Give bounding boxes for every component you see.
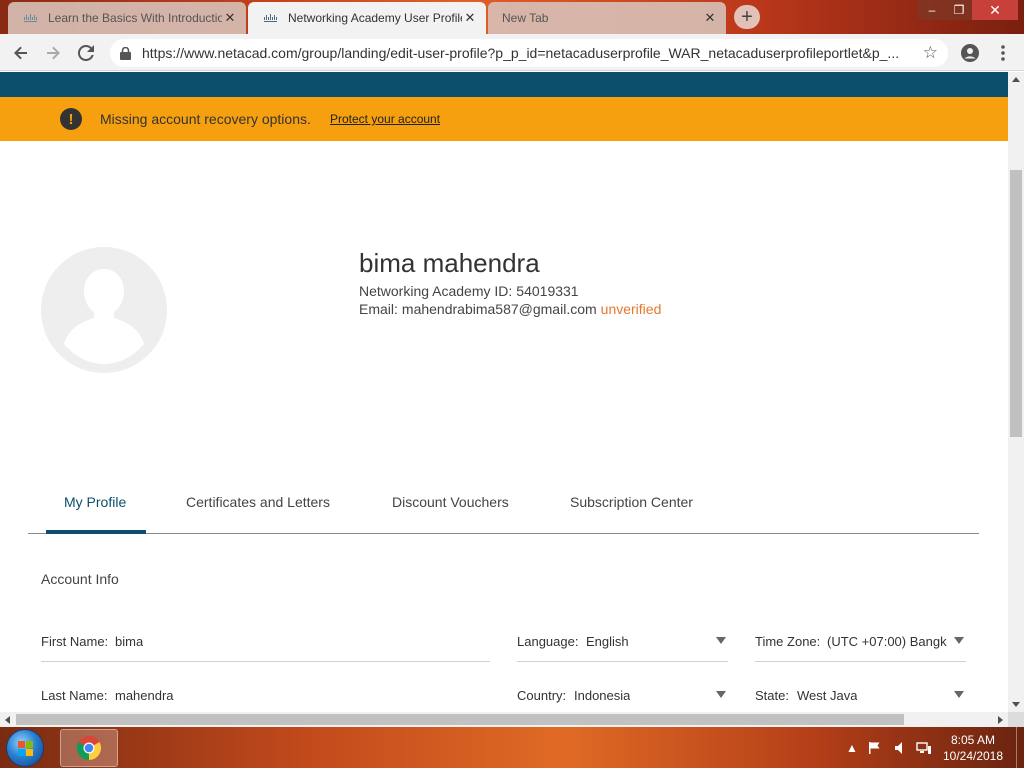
- cisco-icon: [22, 12, 40, 24]
- academy-id: Networking Academy ID: 54019331: [359, 283, 579, 299]
- action-center-flag-icon[interactable]: [868, 727, 882, 768]
- taskbar-clock[interactable]: 8:05 AM 10/24/2018: [940, 732, 1006, 764]
- tab-certificates-and-letters[interactable]: Certificates and Letters: [186, 494, 330, 510]
- warning-icon: !: [60, 108, 82, 130]
- network-icon[interactable]: [916, 727, 932, 768]
- windows-taskbar: ▲ 8:05 AM 10/24/2018: [0, 727, 1024, 768]
- scroll-up-arrow-icon[interactable]: [1012, 77, 1020, 82]
- state-value: West Java: [797, 688, 858, 703]
- profile-account-icon[interactable]: [957, 40, 983, 66]
- email-value: mahendrabima587@gmail.com: [401, 301, 597, 317]
- language-label: Language:: [517, 634, 579, 649]
- page-viewport: ! Missing account recovery options. Prot…: [0, 72, 1008, 712]
- horizontal-scrollbar[interactable]: [0, 712, 1008, 727]
- default-user-icon: [41, 247, 167, 373]
- tab-title: Networking Academy User Profile: [288, 11, 462, 25]
- clock-date: 10/24/2018: [942, 749, 1004, 763]
- address-bar[interactable]: https://www.netacad.com/group/landing/ed…: [110, 39, 948, 67]
- menu-kebab-icon[interactable]: [990, 40, 1016, 66]
- url-text: https://www.netacad.com/group/landing/ed…: [142, 45, 900, 61]
- start-button[interactable]: [6, 729, 44, 767]
- language-value: English: [586, 634, 629, 649]
- close-window-button[interactable]: ✕: [972, 0, 1018, 20]
- volume-icon[interactable]: [894, 727, 906, 768]
- show-hidden-icons-icon[interactable]: ▲: [846, 727, 858, 768]
- first-name-label: First Name:: [41, 634, 109, 649]
- account-info-heading: Account Info: [41, 571, 119, 587]
- country-select[interactable]: Country: Indonesia: [517, 686, 728, 712]
- first-name-field[interactable]: First Name: bima: [41, 632, 490, 662]
- browser-tab-new-tab[interactable]: New Tab ✕: [488, 2, 726, 34]
- scroll-left-arrow-icon[interactable]: [5, 716, 10, 724]
- reload-icon[interactable]: [73, 40, 99, 66]
- chrome-icon: [76, 736, 102, 760]
- last-name-field[interactable]: Last Name: mahendra: [41, 686, 490, 712]
- account-recovery-alert: ! Missing account recovery options. Prot…: [0, 97, 1008, 141]
- timezone-value: (UTC +07:00) Bangkok: [827, 634, 947, 649]
- email-status-unverified[interactable]: unverified: [601, 301, 662, 317]
- clock-time: 8:05 AM: [950, 733, 996, 747]
- vertical-scroll-thumb[interactable]: [1010, 170, 1022, 437]
- close-tab-icon[interactable]: ✕: [702, 10, 718, 26]
- country-label: Country:: [517, 688, 567, 703]
- chevron-down-icon: [954, 637, 964, 644]
- tab-subscription-center[interactable]: Subscription Center: [570, 494, 693, 510]
- site-header-band: [0, 72, 1008, 97]
- academy-id-value: 54019331: [516, 283, 579, 299]
- academy-id-label: Networking Academy ID:: [359, 283, 513, 299]
- profile-email: Email: mahendrabima587@gmail.com unverifie…: [359, 301, 661, 317]
- protect-account-link[interactable]: Protect your account: [330, 112, 440, 126]
- tab-title: Learn the Basics With Introductio: [48, 11, 222, 25]
- forward-arrow-icon[interactable]: [40, 40, 66, 66]
- last-name-value: mahendra: [115, 688, 174, 703]
- minimize-button[interactable]: –: [918, 0, 946, 20]
- lock-icon: [120, 46, 132, 60]
- chevron-down-icon: [954, 691, 964, 698]
- new-tab-button[interactable]: +: [734, 5, 760, 29]
- first-name-value: bima: [115, 634, 144, 649]
- active-tab-indicator: [46, 530, 146, 534]
- browser-toolbar: https://www.netacad.com/group/landing/ed…: [0, 34, 1024, 71]
- scrollbar-corner: [1008, 712, 1024, 727]
- last-name-label: Last Name:: [41, 688, 108, 703]
- state-select[interactable]: State: West Java: [755, 686, 966, 712]
- browser-tabstrip: Learn the Basics With Introductio ✕ Netw…: [0, 0, 1024, 34]
- back-arrow-icon[interactable]: [8, 40, 34, 66]
- show-desktop-button[interactable]: [1016, 727, 1024, 768]
- chevron-down-icon: [716, 691, 726, 698]
- cisco-icon: [262, 12, 280, 24]
- timezone-label: Time Zone:: [755, 634, 821, 649]
- email-label: Email:: [359, 301, 398, 317]
- close-tab-icon[interactable]: ✕: [462, 10, 478, 26]
- windows-logo-icon: [18, 741, 34, 757]
- country-value: Indonesia: [574, 688, 631, 703]
- profile-tabs: My Profile Certificates and Letters Disc…: [28, 484, 979, 534]
- scroll-right-arrow-icon[interactable]: [998, 716, 1003, 724]
- timezone-select[interactable]: Time Zone: (UTC +07:00) Bangkok: [755, 632, 966, 662]
- chevron-down-icon: [716, 637, 726, 644]
- profile-name: bima mahendra: [359, 248, 540, 278]
- scroll-down-arrow-icon[interactable]: [1012, 702, 1020, 707]
- horizontal-scroll-thumb[interactable]: [16, 714, 904, 725]
- alert-message: Missing account recovery options.: [100, 111, 311, 127]
- bookmark-star-icon[interactable]: ☆: [923, 44, 938, 61]
- browser-tab-learn-basics[interactable]: Learn the Basics With Introductio ✕: [8, 2, 246, 34]
- language-select[interactable]: Language: English: [517, 632, 728, 662]
- state-label: State:: [755, 688, 789, 703]
- browser-tab-user-profile[interactable]: Networking Academy User Profile ✕: [248, 2, 486, 34]
- avatar[interactable]: [41, 247, 167, 373]
- tab-title: New Tab: [502, 11, 549, 25]
- close-tab-icon[interactable]: ✕: [222, 10, 238, 26]
- taskbar-chrome-button[interactable]: [60, 729, 118, 767]
- tab-discount-vouchers[interactable]: Discount Vouchers: [392, 494, 509, 510]
- tab-my-profile[interactable]: My Profile: [64, 494, 126, 510]
- maximize-button[interactable]: ❐: [946, 0, 972, 20]
- vertical-scrollbar[interactable]: [1008, 72, 1024, 712]
